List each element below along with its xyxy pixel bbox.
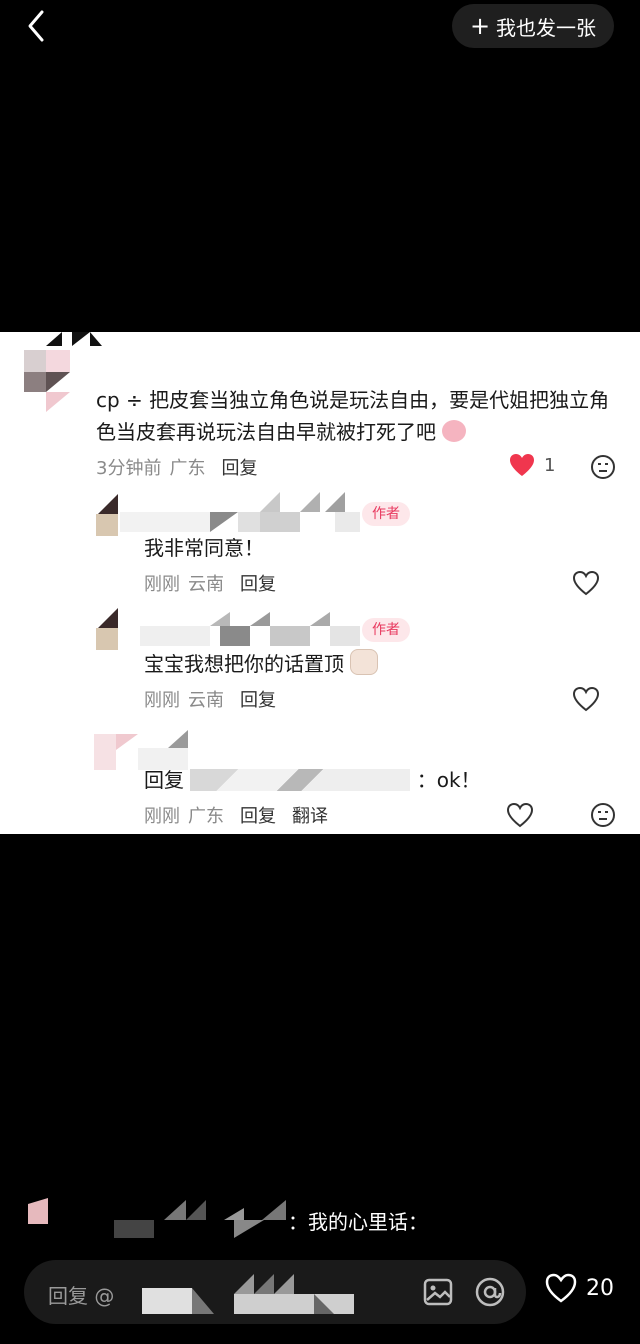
reply-mention-mosaic bbox=[190, 769, 411, 791]
image-icon bbox=[423, 1278, 453, 1306]
reply-text: 宝宝我想把你的话置顶 bbox=[144, 648, 379, 680]
comment-screenshot-card: cp ÷ 把皮套当独立角色说是玩法自由，要是代姐把独立角色当皮套再说玩法自由早就… bbox=[0, 332, 640, 834]
caption-username-mosaic bbox=[24, 1198, 286, 1238]
reply-emoji-button[interactable] bbox=[590, 802, 616, 832]
post-like-count: 20 bbox=[586, 1275, 614, 1301]
reply-location: 云南 bbox=[188, 690, 224, 711]
reply-avatar bbox=[94, 494, 120, 536]
comment-emoji-button[interactable] bbox=[590, 454, 616, 484]
comment-location: 广东 bbox=[169, 458, 206, 479]
reply-meta: 刚刚 云南 回复 bbox=[144, 570, 276, 596]
reply-meta: 刚刚 广东 回复 翻译 bbox=[144, 802, 328, 828]
at-icon bbox=[475, 1277, 505, 1307]
reply-time: 刚刚 bbox=[144, 574, 180, 595]
author-badge: 作者 bbox=[362, 502, 410, 526]
reply-location: 广东 bbox=[188, 806, 224, 827]
post-like-button[interactable]: 20 bbox=[544, 1272, 614, 1304]
reply-reply-link[interactable]: 回复 bbox=[240, 802, 276, 828]
plus-icon: + bbox=[469, 12, 491, 40]
reply-body: ：ok！ bbox=[416, 768, 481, 792]
reply-like-button[interactable] bbox=[506, 802, 534, 832]
caption-text: ：我的心里话： bbox=[288, 1210, 428, 1234]
emoji-pig-icon bbox=[442, 420, 467, 442]
reply-username-mosaic bbox=[120, 492, 360, 532]
comment-like-button[interactable]: 1 bbox=[508, 452, 555, 478]
comment-like-count: 1 bbox=[544, 454, 556, 476]
comment-time: 3分钟前 bbox=[96, 458, 162, 479]
emoji-icon bbox=[591, 803, 615, 827]
reply-like-button[interactable] bbox=[572, 686, 600, 716]
comment-meta: 3分钟前 广东 回复 bbox=[96, 454, 257, 480]
reply-input-placeholder: 回复 @ bbox=[48, 1284, 115, 1308]
author-badge: 作者 bbox=[362, 618, 410, 642]
reply-text: 回复 ：ok！ bbox=[144, 764, 604, 796]
reply-body: 宝宝我想把你的话置顶 bbox=[144, 652, 344, 676]
reply-time: 刚刚 bbox=[144, 690, 180, 711]
reply-avatar bbox=[94, 608, 120, 650]
reply-like-button[interactable] bbox=[572, 570, 600, 600]
back-button[interactable] bbox=[20, 8, 56, 44]
heart-icon bbox=[572, 570, 600, 596]
reply-reply-link[interactable]: 回复 bbox=[240, 570, 276, 596]
comment-prefix: cp ÷ bbox=[96, 388, 143, 412]
reply-meta: 刚刚 云南 回复 bbox=[144, 686, 276, 712]
reply-translate-link[interactable]: 翻译 bbox=[292, 802, 328, 828]
reply-time: 刚刚 bbox=[144, 806, 180, 827]
reply-text: 我非常同意！ bbox=[144, 536, 264, 560]
reply-location: 云南 bbox=[188, 574, 224, 595]
back-icon bbox=[28, 10, 44, 42]
reply-prefix: 回复 bbox=[144, 768, 184, 792]
reply-username-mosaic bbox=[120, 612, 360, 646]
input-mention-mosaic bbox=[124, 1274, 374, 1314]
heart-icon bbox=[506, 802, 534, 828]
heart-icon bbox=[545, 1273, 577, 1303]
reply-input-bar[interactable]: 回复 @ bbox=[24, 1260, 526, 1324]
post-one-label: 我也发一张 bbox=[496, 15, 597, 40]
emoji-icon bbox=[591, 455, 615, 479]
heart-icon bbox=[510, 454, 534, 476]
comment-body: 把皮套当独立角色说是玩法自由，要是代姐把独立角色当皮套再说玩法自由早就被打死了吧 bbox=[96, 388, 610, 444]
emoji-cat-icon bbox=[350, 649, 379, 675]
mention-button[interactable] bbox=[474, 1276, 506, 1312]
insert-image-button[interactable] bbox=[422, 1276, 454, 1312]
post-one-button[interactable]: + 我也发一张 bbox=[452, 4, 614, 48]
comment-reply-link[interactable]: 回复 bbox=[221, 454, 257, 480]
reply-reply-link[interactable]: 回复 bbox=[240, 686, 276, 712]
heart-icon bbox=[572, 686, 600, 712]
comment-text: cp ÷ 把皮套当独立角色说是玩法自由，要是代姐把独立角色当皮套再说玩法自由早就… bbox=[96, 384, 624, 448]
